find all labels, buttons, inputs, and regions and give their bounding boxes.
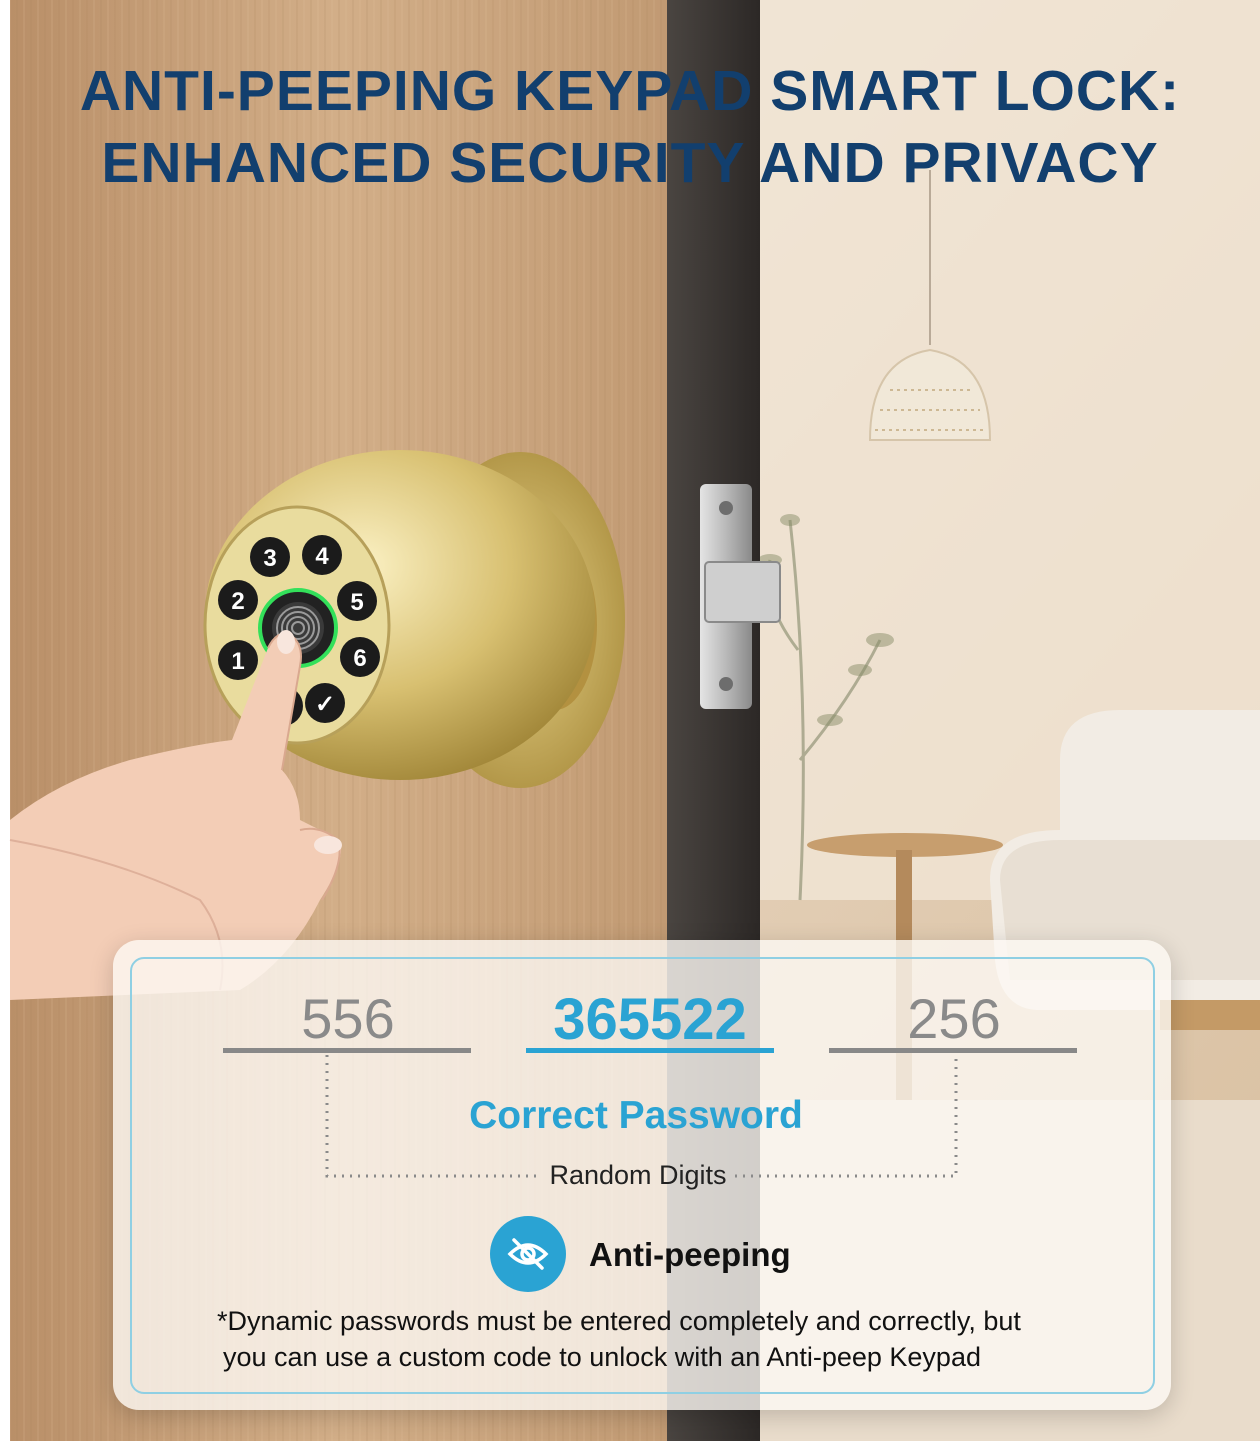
random-digits-left: 556 <box>301 987 395 1050</box>
digits-right-underline <box>829 1048 1077 1053</box>
footnote-line-1: *Dynamic passwords must be entered compl… <box>217 1306 1021 1336</box>
footnote-line-2: you can use a custom code to unlock with… <box>223 1342 981 1372</box>
anti-peeping-label: Anti-peeping <box>589 1236 791 1273</box>
keypad-key-confirm: ✓ <box>315 691 335 718</box>
keypad-key-1: 1 <box>231 648 244 675</box>
eye-slash-icon <box>490 1216 566 1292</box>
keypad-key-5: 5 <box>350 589 363 616</box>
correct-password-underline <box>526 1048 774 1053</box>
keypad-key-4: 4 <box>315 543 329 570</box>
random-digits-label: Random Digits <box>549 1160 727 1190</box>
keypad-key-2: 2 <box>231 588 244 615</box>
random-digits-right: 256 <box>907 987 1001 1050</box>
correct-password-digits: 365522 <box>553 987 747 1052</box>
headline-line-2: ENHANCED SECURITY AND PRIVACY <box>101 131 1159 195</box>
headline-line-1: ANTI-PEEPING KEYPAD SMART LOCK: <box>79 59 1181 123</box>
correct-password-label: Correct Password <box>469 1094 803 1137</box>
random-digits-label-wrap: Random Digits <box>113 1160 1163 1191</box>
product-image: 3 4 2 5 1 6 ✓ ANTI-PEEPING KEYPAD SMART … <box>0 0 1260 1441</box>
keypad-key-6: 6 <box>353 645 366 672</box>
keypad-key-3: 3 <box>263 545 276 572</box>
digits-left-underline <box>223 1048 471 1053</box>
info-card: 556 365522 256 Correct Password Random D… <box>113 940 1171 1410</box>
